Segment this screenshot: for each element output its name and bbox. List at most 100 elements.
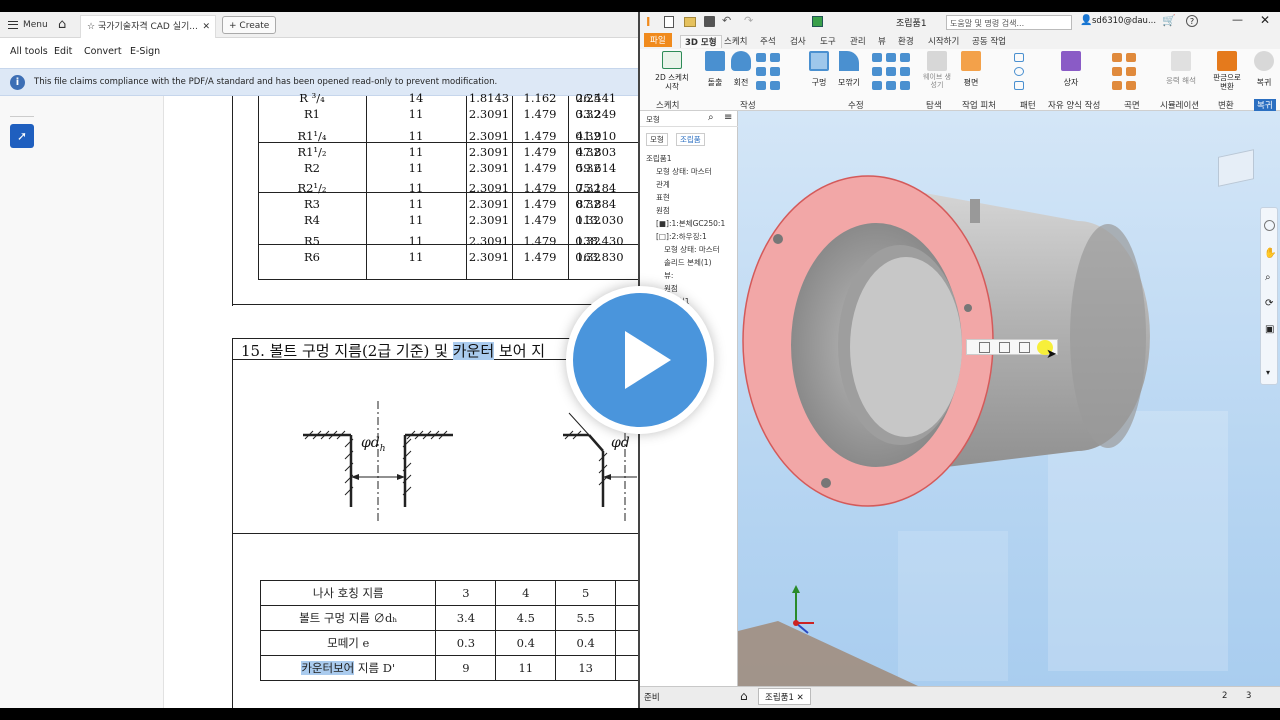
return-button[interactable]: 복귀 — [1250, 51, 1278, 97]
move-face-icon[interactable] — [872, 81, 882, 90]
tab-document[interactable]: ☆ 국가기술자격 CAD 실기... ✕ — [80, 15, 216, 38]
tab-tools[interactable]: 도구 — [820, 35, 836, 47]
color-swatch-icon[interactable] — [812, 16, 823, 27]
menu-convert[interactable]: Convert — [84, 46, 122, 57]
delete-face-icon[interactable] — [900, 81, 910, 90]
select-tool-button[interactable]: ➚ — [10, 124, 34, 148]
stitch-icon[interactable] — [1112, 53, 1122, 62]
user-name[interactable]: sd6310@dau... — [1092, 16, 1156, 26]
pan-icon[interactable]: ✋ — [1264, 248, 1276, 259]
mini-tool-2[interactable] — [999, 342, 1010, 353]
close-icon[interactable]: ✕ — [202, 16, 210, 38]
close-doc-icon[interactable]: ✕ — [797, 693, 804, 703]
tab-collaborate[interactable]: 공동 작업 — [972, 35, 1006, 47]
play-button[interactable] — [566, 286, 714, 434]
explore-button[interactable]: 웨이브 생성기 — [922, 51, 952, 97]
tab-getting-started[interactable]: 시작하기 — [928, 35, 959, 47]
mini-tool-3[interactable] — [1019, 342, 1030, 353]
browser-tree-item[interactable]: [■]:1:본체GC250:1 — [656, 218, 725, 229]
extend-icon[interactable] — [1112, 81, 1122, 90]
coil-icon[interactable] — [756, 67, 766, 76]
browser-tree-item[interactable]: 솔리드 본체(1) — [664, 257, 712, 268]
browser-tree-item[interactable]: 모형 상태: 마스터 — [656, 166, 712, 177]
sweep-icon[interactable] — [756, 53, 766, 62]
search-field[interactable]: 도움말 및 명령 검색... — [946, 15, 1072, 30]
undo-icon[interactable]: ↶ — [722, 14, 731, 27]
extrude-button[interactable]: 돌출 — [702, 51, 728, 97]
menu-button[interactable]: Menu — [8, 16, 48, 34]
tab-annotate[interactable]: 주석 — [760, 35, 776, 47]
chamfer-icon[interactable] — [872, 53, 882, 62]
browser-tree-item[interactable]: 표현 — [656, 192, 670, 203]
sheetmetal-button[interactable]: 판금으로 변환 — [1210, 51, 1244, 97]
tab-manage[interactable]: 관리 — [850, 35, 866, 47]
graphics-viewport[interactable]: ✋ ⌕ ⟳ ▣ ▾ ➤ — [738, 111, 1280, 686]
sketch-button[interactable]: 2D 스케치 시작 — [652, 51, 692, 97]
menu-all-tools[interactable]: All tools — [10, 46, 48, 57]
circular-pattern-icon[interactable] — [1014, 67, 1024, 76]
tab-view[interactable]: 뷰 — [878, 35, 886, 47]
look-at-icon[interactable]: ▣ — [1265, 324, 1274, 335]
cart-icon[interactable]: 🛒 — [1162, 14, 1176, 27]
tab-sketch[interactable]: 스케치 — [724, 35, 747, 47]
combine-icon[interactable] — [900, 67, 910, 76]
browser-tree-item[interactable]: 뷰: — [664, 270, 673, 281]
user-icon[interactable]: 👤 — [1080, 15, 1092, 26]
table-cell: 11 — [495, 655, 557, 681]
rib-icon[interactable] — [756, 81, 766, 90]
fillet-button[interactable]: 모깎기 — [834, 51, 864, 97]
table-cell: 0.4 — [495, 630, 557, 656]
browser-tree-item[interactable]: 관계 — [656, 179, 670, 190]
inventor-logo-icon[interactable]: I — [646, 15, 650, 29]
menu-esign[interactable]: E-Sign — [130, 46, 160, 57]
browser-tree-item[interactable]: 조립품1 — [646, 153, 671, 164]
browser-tab-assembly[interactable]: 조립품 — [676, 133, 705, 146]
tab-3d-model[interactable]: 3D 모형 — [680, 35, 722, 48]
tab-environment[interactable]: 환경 — [898, 35, 914, 47]
browser-tab-model[interactable]: 모형 — [646, 133, 668, 146]
steering-wheel-icon[interactable] — [1264, 220, 1275, 231]
search-icon[interactable]: ⌕ — [708, 112, 714, 123]
home-icon[interactable]: ⌂ — [58, 16, 66, 34]
new-file-icon[interactable] — [664, 16, 674, 28]
loft-icon[interactable] — [770, 53, 780, 62]
patch-icon[interactable] — [1112, 67, 1122, 76]
nav-menu-icon[interactable]: ▾ — [1266, 368, 1270, 377]
revolve-button[interactable]: 회전 — [728, 51, 754, 97]
mirror-icon[interactable] — [1014, 81, 1024, 90]
browser-tree-item[interactable]: 원점 — [656, 205, 670, 216]
stress-analysis-button[interactable]: 응력 해석 — [1166, 51, 1196, 97]
hole-button[interactable]: 구멍 — [806, 51, 832, 97]
mini-tool-1[interactable] — [979, 342, 990, 353]
tab-inspect[interactable]: 검사 — [790, 35, 806, 47]
close-window-icon[interactable]: ✕ — [1260, 13, 1270, 27]
sculpt-icon[interactable] — [1126, 53, 1136, 62]
trim-icon[interactable] — [1126, 67, 1136, 76]
save-icon[interactable] — [704, 16, 715, 27]
browser-tree-item[interactable]: 모형 상태: 마스터 — [664, 244, 720, 255]
browser-tree-item[interactable]: [□]:2:하우징:1 — [656, 231, 707, 242]
home-tab-icon[interactable]: ⌂ — [740, 689, 748, 703]
open-icon[interactable] — [684, 17, 696, 27]
thread-icon[interactable] — [872, 67, 882, 76]
copy-object-icon[interactable] — [886, 81, 896, 90]
orbit-icon[interactable]: ⟳ — [1265, 298, 1273, 309]
create-button[interactable]: + Create — [222, 16, 277, 34]
redo-icon[interactable]: ↷ — [744, 14, 753, 27]
menu-edit[interactable]: Edit — [54, 46, 72, 57]
freeform-box-button[interactable]: 상자 — [1056, 51, 1086, 97]
plane-button[interactable]: 평면 — [958, 51, 984, 97]
help-icon[interactable]: ? — [1186, 15, 1198, 27]
derive-icon[interactable] — [770, 81, 780, 90]
rect-pattern-icon[interactable] — [1014, 53, 1024, 62]
minimize-icon[interactable]: — — [1232, 13, 1243, 26]
replace-face-icon[interactable] — [1126, 81, 1136, 90]
emboss-icon[interactable] — [770, 67, 780, 76]
draft-icon[interactable] — [900, 53, 910, 62]
document-tab[interactable]: 조립품1 ✕ — [758, 688, 811, 705]
split-icon[interactable] — [886, 67, 896, 76]
zoom-icon[interactable]: ⌕ — [1265, 272, 1271, 283]
tab-file[interactable]: 파일 — [644, 33, 672, 47]
shell-icon[interactable] — [886, 53, 896, 62]
browser-menu-icon[interactable]: ≡ — [724, 112, 732, 123]
